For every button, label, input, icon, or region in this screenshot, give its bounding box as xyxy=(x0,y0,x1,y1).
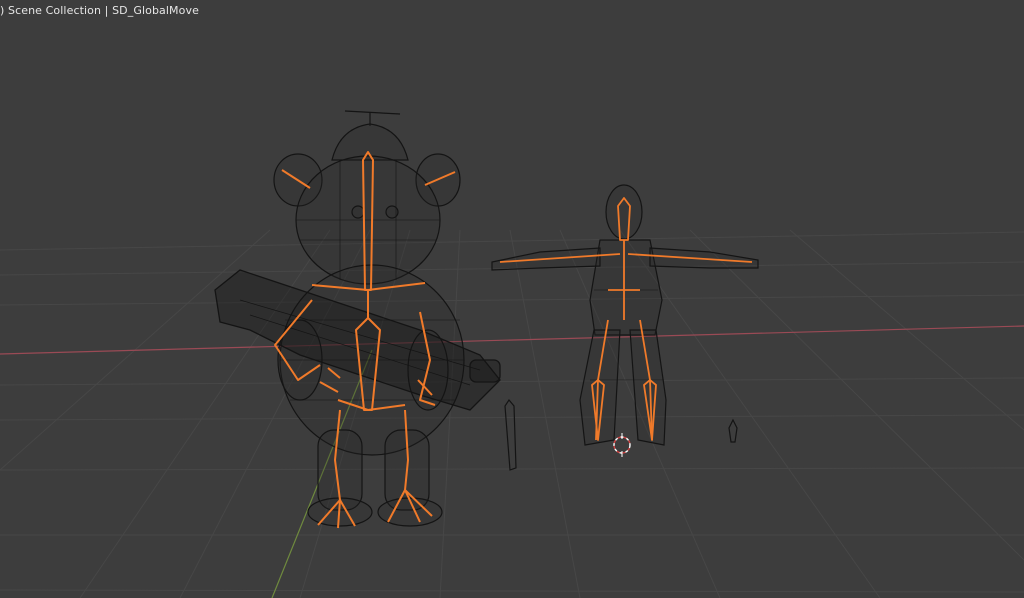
viewport-info: ) Scene Collection | SD_GlobalMove xyxy=(0,4,199,17)
viewport-info-prefix: ) xyxy=(0,4,5,17)
active-object-label: SD_GlobalMove xyxy=(112,4,199,17)
info-separator: | xyxy=(104,4,109,17)
small-bone-right[interactable] xyxy=(728,418,738,443)
humanoid-wireframe xyxy=(491,184,759,446)
floor-grid xyxy=(0,229,1024,598)
x-axis-line xyxy=(0,325,1024,355)
viewport-canvas[interactable] xyxy=(0,0,1024,598)
3d-viewport[interactable]: ) Scene Collection | SD_GlobalMove xyxy=(0,0,1024,598)
bear-character[interactable] xyxy=(214,110,501,529)
small-bone-left[interactable] xyxy=(504,398,517,471)
scene-collection-label: Scene Collection xyxy=(8,4,102,17)
humanoid-character[interactable] xyxy=(491,184,759,446)
3d-cursor-icon[interactable] xyxy=(613,433,631,457)
